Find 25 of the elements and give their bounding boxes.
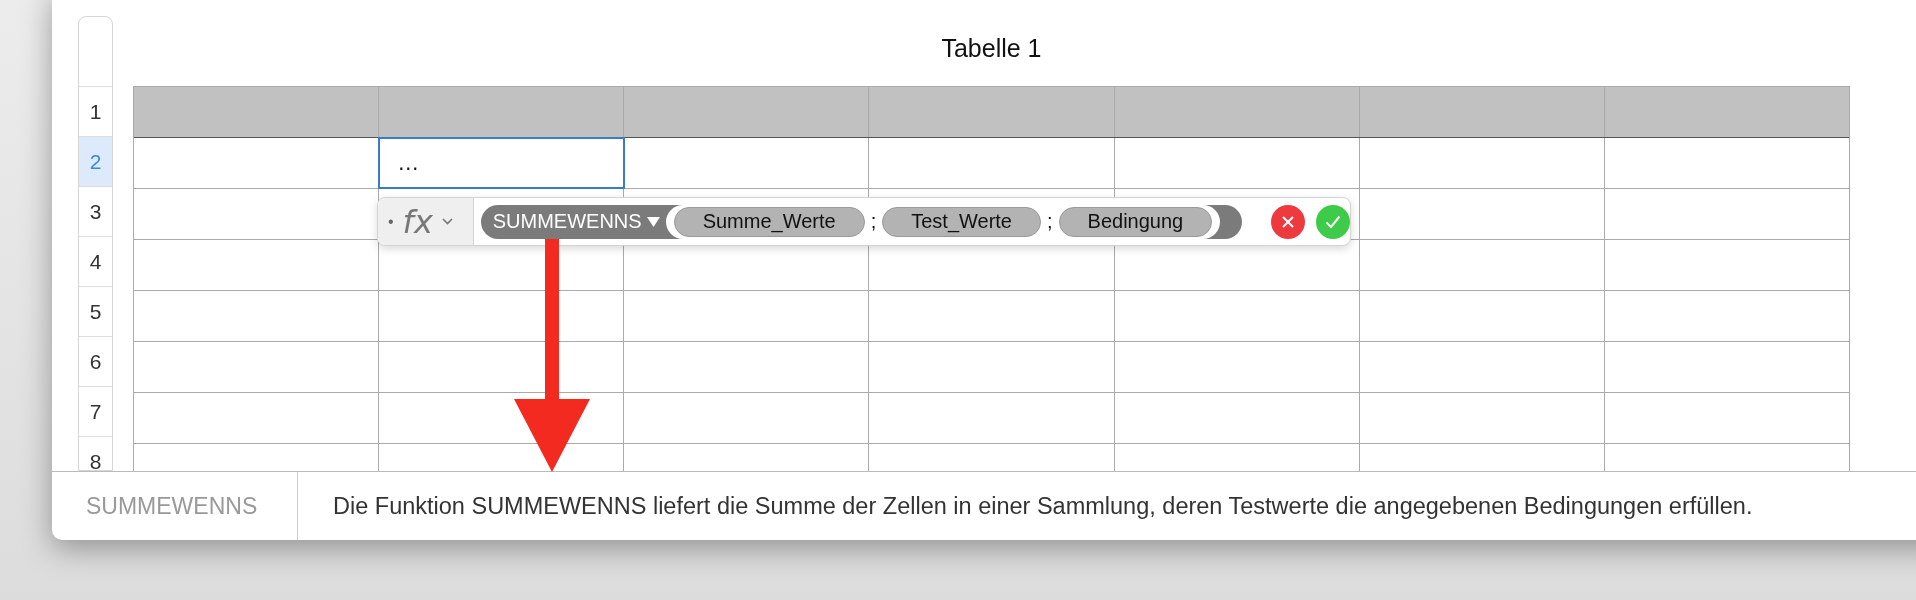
- function-name-label: SUMMEWENNS: [52, 472, 298, 540]
- row-number[interactable]: 4: [79, 237, 112, 287]
- row-number[interactable]: 5: [79, 287, 112, 337]
- checkmark-icon: [1325, 214, 1342, 229]
- selected-cell[interactable]: …: [379, 138, 625, 188]
- table-title: Tabelle 1: [940, 32, 1043, 64]
- formula-expression[interactable]: SUMMEWENNS Summe_Werte ; Test_Werte ; Bedingung: [480, 204, 1243, 239]
- row-number[interactable]: 8: [79, 437, 112, 472]
- separator: ;: [1047, 210, 1053, 233]
- argument-token[interactable]: Test_Werte: [882, 206, 1041, 237]
- accept-button[interactable]: [1316, 204, 1350, 239]
- cancel-button[interactable]: [1271, 204, 1306, 239]
- row-number[interactable]: 7: [79, 387, 112, 437]
- row-number[interactable]: 6: [79, 337, 112, 387]
- function-description: Die Funktion SUMMEWENNS liefert die Summe der Zellen in einer Sammlung, deren Testwerte die angegebenen Bedingungen erfüllen.: [332, 492, 1753, 520]
- argument-token[interactable]: Summe_Werte: [673, 206, 865, 237]
- close-icon: [1281, 214, 1296, 229]
- chevron-icon[interactable]: [441, 218, 453, 225]
- separator: ;: [870, 210, 877, 233]
- function-name[interactable]: SUMMEWENNS: [492, 210, 642, 233]
- caret-icon[interactable]: [646, 216, 660, 227]
- bullet: •: [388, 212, 394, 231]
- function-label[interactable]: fx: [402, 202, 433, 241]
- argument-token[interactable]: Bedingung: [1058, 206, 1213, 237]
- row-number[interactable]: 3: [79, 187, 112, 237]
